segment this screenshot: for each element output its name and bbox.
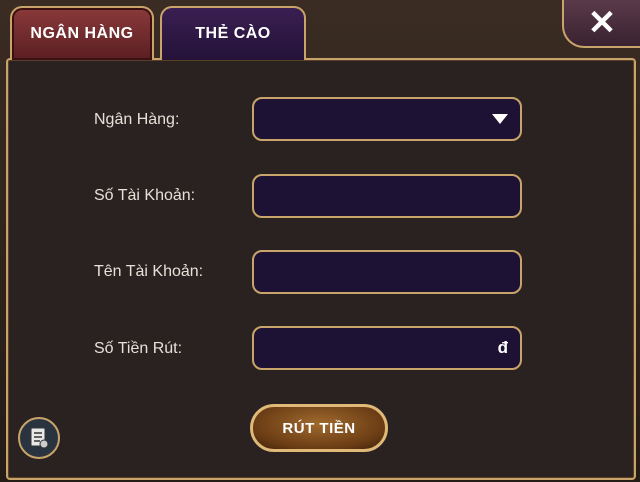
amount-input[interactable]: đ	[252, 326, 522, 370]
tab-bank[interactable]: NGÂN HÀNG	[10, 6, 154, 60]
withdraw-button[interactable]: RÚT TIỀN	[250, 404, 388, 452]
tab-bank-label: NGÂN HÀNG	[30, 25, 134, 42]
tab-card[interactable]: THẺ CÀO	[160, 6, 306, 60]
withdraw-dialog: NGÂN HÀNG THẺ CÀO ✕ Ngân Hàng: Số Tài Kh…	[0, 0, 640, 482]
tab-card-label: THẺ CÀO	[195, 25, 271, 42]
account-name-input[interactable]	[252, 250, 522, 294]
bank-label: Ngân Hàng:	[94, 111, 180, 128]
history-document-icon	[30, 427, 49, 449]
history-button[interactable]	[18, 417, 60, 459]
bank-select[interactable]	[252, 97, 522, 141]
chevron-down-icon	[492, 114, 508, 124]
close-icon: ✕	[587, 4, 617, 42]
withdraw-button-label: RÚT TIỀN	[282, 419, 356, 437]
amount-label: Số Tiền Rút:	[94, 340, 183, 357]
account-number-label: Số Tài Khoản:	[94, 187, 196, 204]
account-name-label: Tên Tài Khoản:	[94, 263, 204, 280]
currency-suffix: đ	[497, 338, 508, 357]
account-number-input[interactable]	[252, 174, 522, 218]
close-button[interactable]: ✕	[562, 0, 640, 48]
